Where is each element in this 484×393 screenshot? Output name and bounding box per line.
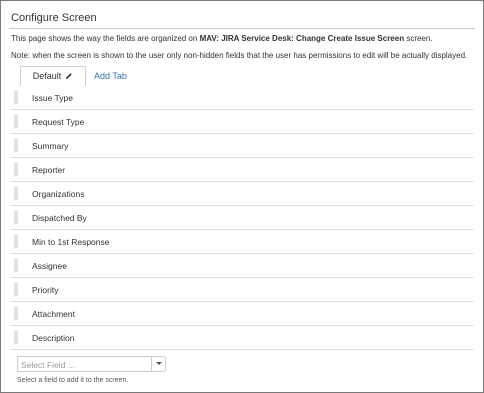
drag-handle-icon[interactable] xyxy=(14,235,18,248)
tab-default[interactable]: Default xyxy=(20,66,86,86)
field-label: Description xyxy=(32,333,75,343)
drag-handle-icon[interactable] xyxy=(14,307,18,320)
chevron-down-icon xyxy=(156,362,162,365)
page-description: This page shows the way the fields are o… xyxy=(11,34,433,43)
drag-handle-icon[interactable] xyxy=(14,331,18,344)
field-row-min-to-1st-response[interactable]: Min to 1st Response xyxy=(10,230,474,254)
select-field-dropdown[interactable]: Select Field ... xyxy=(17,356,166,372)
dropdown-button[interactable] xyxy=(151,357,165,371)
field-row-organizations[interactable]: Organizations xyxy=(10,182,474,206)
select-field-helper-text: Select a field to add it to the screen. xyxy=(17,377,129,384)
field-label: Min to 1st Response xyxy=(32,237,110,247)
screen-name: MAV: JIRA Service Desk: Change Create Is… xyxy=(199,34,405,43)
field-label: Summary xyxy=(32,141,69,151)
field-row-summary[interactable]: Summary xyxy=(10,134,474,158)
drag-handle-icon[interactable] xyxy=(14,187,18,200)
title-divider xyxy=(9,28,475,29)
field-row-request-type[interactable]: Request Type xyxy=(10,110,474,134)
pencil-icon[interactable] xyxy=(65,72,73,80)
configure-screen-panel: Configure Screen This page shows the way… xyxy=(0,0,484,393)
tab-bar: Default Add Tab xyxy=(10,66,474,87)
field-label: Dispatched By xyxy=(32,213,87,223)
permissions-note: Note: when the screen is shown to the us… xyxy=(11,51,468,60)
drag-handle-icon[interactable] xyxy=(14,259,18,272)
field-label: Priority xyxy=(32,285,59,295)
field-row-priority[interactable]: Priority xyxy=(10,278,474,302)
drag-handle-icon[interactable] xyxy=(14,139,18,152)
field-row-assignee[interactable]: Assignee xyxy=(10,254,474,278)
tab-default-label: Default xyxy=(32,71,62,81)
field-row-issue-type[interactable]: Issue Type xyxy=(10,86,474,110)
field-label: Attachment xyxy=(32,309,75,319)
field-label: Reporter xyxy=(32,165,66,175)
select-field-placeholder: Select Field ... xyxy=(21,360,75,370)
field-row-description[interactable]: Description xyxy=(10,326,474,350)
field-row-attachment[interactable]: Attachment xyxy=(10,302,474,326)
page-title: Configure Screen xyxy=(11,12,97,24)
field-row-dispatched-by[interactable]: Dispatched By xyxy=(10,206,474,230)
drag-handle-icon[interactable] xyxy=(14,163,18,176)
description-suffix: screen. xyxy=(404,34,433,43)
add-tab-link[interactable]: Add Tab xyxy=(94,66,127,86)
field-label: Organizations xyxy=(32,189,85,199)
field-list: Issue Type Request Type Summary Reporter… xyxy=(10,86,474,350)
drag-handle-icon[interactable] xyxy=(14,115,18,128)
field-row-reporter[interactable]: Reporter xyxy=(10,158,474,182)
description-prefix: This page shows the way the fields are o… xyxy=(11,34,200,43)
drag-handle-icon[interactable] xyxy=(14,283,18,296)
field-label: Issue Type xyxy=(32,93,73,103)
drag-handle-icon[interactable] xyxy=(14,91,18,104)
field-label: Assignee xyxy=(32,261,67,271)
drag-handle-icon[interactable] xyxy=(14,211,18,224)
field-label: Request Type xyxy=(32,117,85,127)
